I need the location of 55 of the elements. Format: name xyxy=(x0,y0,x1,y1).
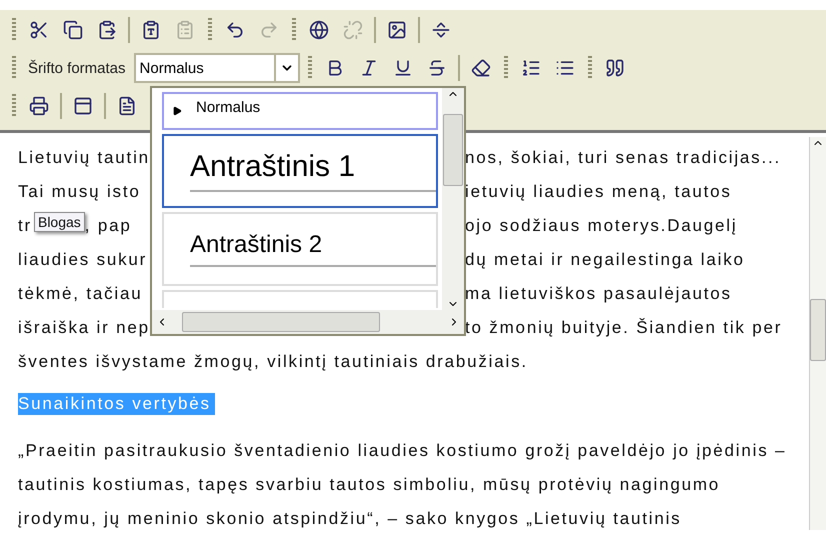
cut-icon xyxy=(29,20,49,40)
section-heading: Sunaikintos vertybės xyxy=(18,393,215,415)
body-text: dų metai ir negailestinga laiko xyxy=(465,250,746,270)
format-label: Šrifto formatas xyxy=(28,60,126,76)
body-text: išraiška ir nep xyxy=(18,318,150,338)
unlink-icon xyxy=(343,20,363,40)
paste-text-icon xyxy=(141,20,161,40)
toolbar-grip[interactable] xyxy=(12,94,16,118)
globe-icon xyxy=(309,20,329,40)
format-option[interactable]: Normalus xyxy=(162,92,438,130)
scrollbar[interactable] xyxy=(809,137,826,530)
clipboard-icon xyxy=(175,20,195,40)
format-select[interactable]: Normalus xyxy=(134,53,300,83)
body-text: ietuvių liaudies meną, tautos xyxy=(465,182,733,202)
body-text: liaudies sukur xyxy=(18,250,148,270)
panel-icon xyxy=(73,96,93,116)
body-text: , pap xyxy=(84,216,132,236)
toolbar-grip[interactable] xyxy=(12,18,16,42)
body-text: ojo sodžiaus moterys.Daugelį xyxy=(465,216,738,236)
printer-icon xyxy=(29,96,49,116)
toolbar-grip[interactable] xyxy=(308,56,312,80)
format-option[interactable]: Antraštinis 1 xyxy=(162,134,438,208)
body-text: šventes išvystame žmogų, vilkintį tautiniais drabužiais. xyxy=(18,352,528,372)
redo-icon xyxy=(259,20,279,40)
paste-icon xyxy=(97,20,117,40)
underline-icon xyxy=(392,58,413,78)
image-icon xyxy=(387,20,407,40)
paragraph-text: „Praeitin pasitraukusio šventadienio liaudies kostiumo grožį paveldėjo jo įpėdinis – tautinis kostiumas, tapęs svarbiu tautos simboliu, mūsų protėvių nagingumo įrodymu, jų meninio skonio atspindžiu“, – sako knygos „Lietuvių tautinis xyxy=(18,440,788,530)
toolbar-grip[interactable] xyxy=(504,56,508,80)
body-text: nos, šokiai, turi senas tradicijas... xyxy=(465,148,782,168)
undo-icon xyxy=(225,20,245,40)
eraser-icon xyxy=(470,58,491,78)
copy-icon xyxy=(63,20,83,40)
format-option[interactable]: Antraštinis 2 xyxy=(162,212,438,286)
numbered-list-icon xyxy=(520,58,541,78)
body-text: Tai musų isto xyxy=(18,182,141,202)
body-text: tr xyxy=(18,216,32,236)
toolbar-grip[interactable] xyxy=(12,56,16,80)
horizontal-scrollbar[interactable] xyxy=(152,310,464,334)
toolbar-grip[interactable] xyxy=(588,56,592,80)
tooltip: Blogas xyxy=(34,212,85,232)
scroll-thumb[interactable] xyxy=(443,114,463,186)
scroll-thumb[interactable] xyxy=(182,312,380,332)
body-text: tėkmė, tačiau xyxy=(18,284,143,304)
quote-icon xyxy=(604,58,625,78)
body-text: to žmonių buityje. Šiandien tik per xyxy=(465,318,784,338)
body-text: Lietuvių tautin xyxy=(18,148,150,168)
document-icon xyxy=(117,96,137,116)
scroll-thumb[interactable] xyxy=(810,299,826,361)
toolbar-grip[interactable] xyxy=(208,18,212,42)
body-text: ma lietuviškos pasaulėjautos xyxy=(465,284,733,304)
vertical-scrollbar[interactable] xyxy=(442,88,464,310)
strikethrough-icon xyxy=(426,58,447,78)
toolbar-grip[interactable] xyxy=(292,18,296,42)
horizontal-rule-icon xyxy=(431,20,451,40)
